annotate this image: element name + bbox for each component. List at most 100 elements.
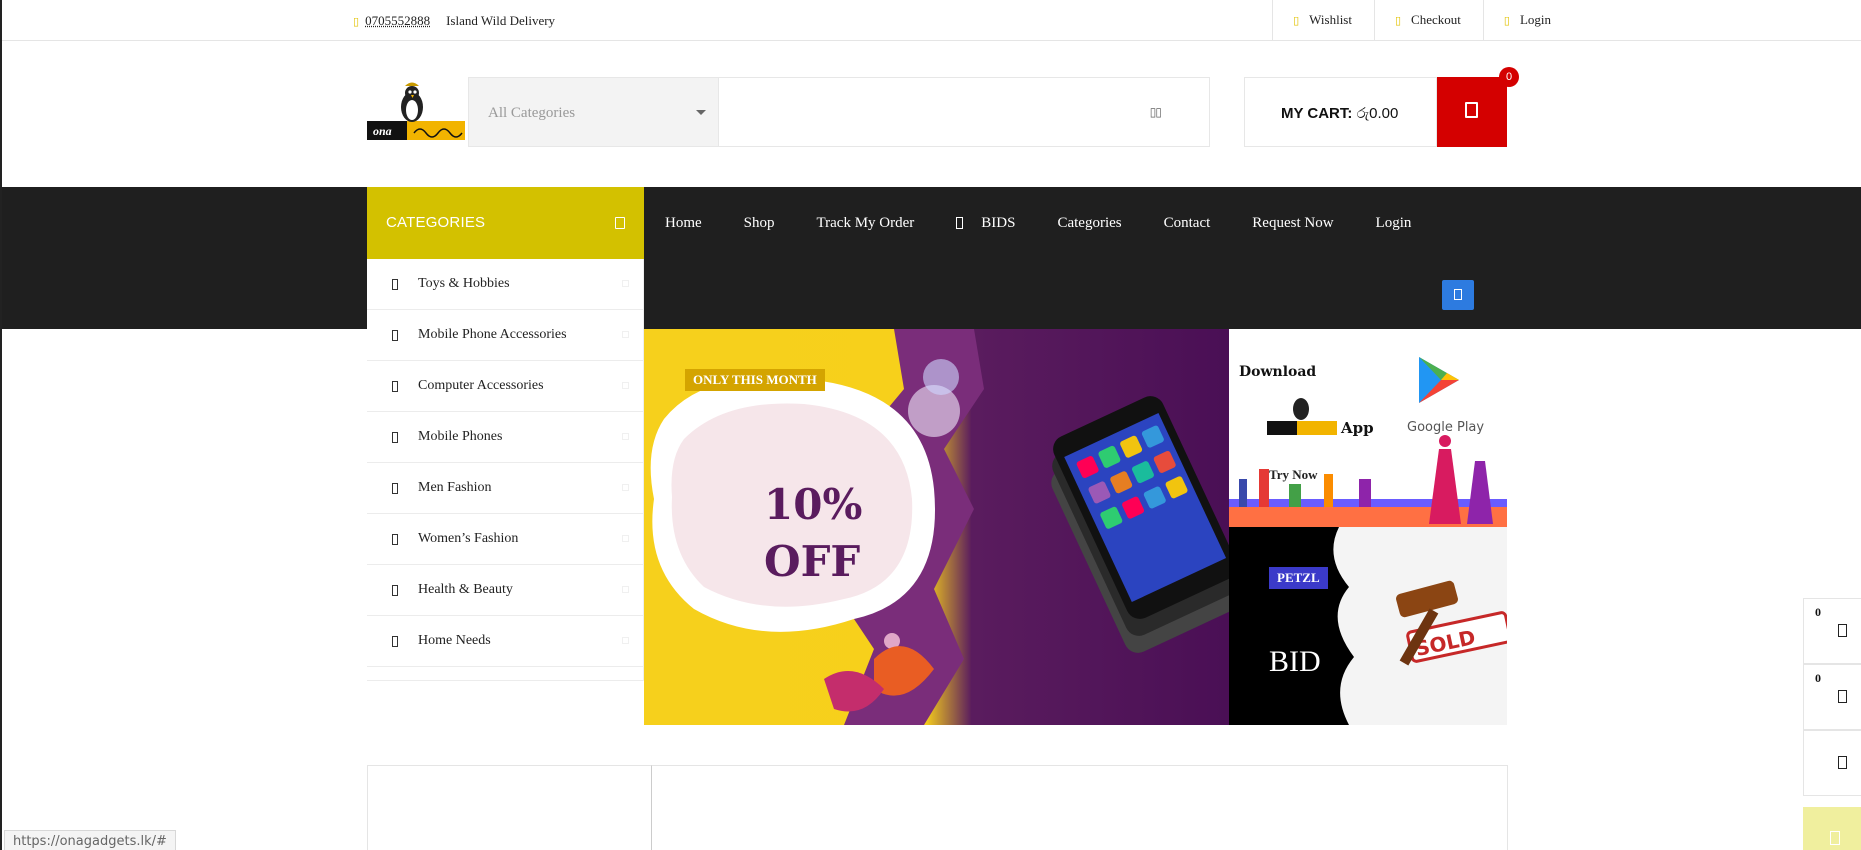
category-item[interactable]: Toys & Hobbies	[367, 259, 643, 310]
categories-title: CATEGORIES	[386, 214, 486, 231]
chevron-right-icon	[622, 586, 629, 593]
download-text: Download	[1239, 364, 1316, 380]
category-label: Computer Accessories	[418, 378, 544, 393]
category-label: Mobile Phones	[418, 429, 503, 444]
nav-extra-button[interactable]	[1442, 280, 1474, 310]
app-text: App	[1340, 419, 1374, 437]
phone-icon: ▯	[353, 14, 360, 28]
floating-top-button[interactable]	[1803, 807, 1861, 850]
floating-user[interactable]	[1803, 730, 1861, 796]
bid-tag: PETZL	[1269, 567, 1328, 589]
svg-text:ona: ona	[373, 124, 392, 138]
category-item[interactable]: Men Fashion	[367, 463, 643, 514]
wishlist-label: Wishlist	[1309, 12, 1352, 27]
content-box-left	[367, 765, 652, 850]
search-input[interactable]: ▯▯	[718, 77, 1210, 147]
nav-shop[interactable]: Shop	[723, 215, 796, 232]
nav-contact[interactable]: Contact	[1143, 215, 1232, 232]
cart-label: MY CART: රු0.00	[1281, 105, 1399, 122]
discount-percent: 10%	[764, 480, 862, 529]
category-icon	[392, 533, 398, 545]
google-play-text: Google Play	[1407, 420, 1484, 435]
heart-icon	[1838, 624, 1847, 637]
contact-info: ▯ 0705552888 Island Wild Delivery	[353, 13, 555, 29]
nav-home[interactable]: Home	[644, 215, 723, 232]
delivery-text: Island Wild Delivery	[446, 13, 556, 28]
category-item[interactable]: Computer Accessories	[367, 361, 643, 412]
floating-compare[interactable]: 0	[1803, 664, 1861, 730]
top-bar: ▯ 0705552888 Island Wild Delivery ▯ Wish…	[2, 0, 1861, 41]
discount-off: OFF	[764, 537, 860, 586]
category-item[interactable]: Mobile Phone Accessories	[367, 310, 643, 361]
category-label: Men Fashion	[418, 480, 492, 495]
user-icon: ▯	[1503, 13, 1510, 27]
arrow-up-icon	[1830, 831, 1840, 845]
category-icon	[392, 329, 398, 341]
category-icon	[392, 635, 398, 647]
category-item[interactable]: Health & Beauty	[367, 565, 643, 616]
checkout-label: Checkout	[1411, 12, 1461, 27]
user-icon	[1838, 756, 1847, 769]
category-icon	[392, 380, 398, 392]
compare-count: 0	[1815, 671, 1821, 685]
menu-icon	[615, 217, 625, 229]
login-label: Login	[1519, 12, 1551, 27]
nav-bids[interactable]: BIDS	[935, 215, 1036, 232]
chevron-right-icon	[622, 382, 629, 389]
chevron-right-icon	[622, 637, 629, 644]
status-url: https://onagadgets.lk/#	[4, 830, 176, 850]
nav-categories[interactable]: Categories	[1036, 215, 1142, 232]
app-download-banner[interactable]: Download App Google Play Try Now	[1229, 329, 1507, 527]
wishlist-link[interactable]: ▯ Wishlist	[1272, 0, 1374, 40]
cart-button[interactable]	[1437, 77, 1507, 147]
category-select-value: All Categories	[488, 105, 576, 121]
cart-summary[interactable]: MY CART: රු0.00	[1244, 77, 1437, 147]
chevron-right-icon	[622, 535, 629, 542]
phone-link[interactable]: 0705552888	[365, 13, 430, 29]
heart-icon: ▯	[1293, 13, 1300, 27]
nav-bids-label: BIDS	[981, 214, 1016, 231]
wishlist-count: 0	[1815, 605, 1821, 619]
category-icon	[392, 278, 398, 290]
category-icon	[392, 482, 398, 494]
checkout-link[interactable]: ▯ Checkout	[1373, 0, 1483, 40]
try-now-link[interactable]: Try Now	[1269, 467, 1318, 483]
category-label: Home Needs	[418, 633, 491, 648]
category-select[interactable]: All Categories	[468, 77, 719, 147]
chevron-right-icon	[622, 433, 629, 440]
top-links: ▯ Wishlist ▯ Checkout ▯ Login	[1272, 0, 1573, 40]
category-list: Toys & Hobbies Mobile Phone Accessories …	[367, 259, 644, 681]
shopping-bag-icon	[1465, 102, 1478, 118]
nav-login[interactable]: Login	[1355, 215, 1433, 232]
categories-toggle[interactable]: CATEGORIES	[367, 187, 644, 259]
chevron-right-icon	[622, 331, 629, 338]
hero-banner[interactable]: 10% OFF ONLY THIS MONTH	[644, 329, 1229, 725]
chevron-right-icon	[622, 280, 629, 287]
grid-icon[interactable]: ▯▯	[1150, 105, 1162, 119]
category-item[interactable]: Mobile Phones	[367, 412, 643, 463]
category-icon	[392, 431, 398, 443]
compare-icon	[1838, 690, 1847, 703]
chevron-down-icon	[696, 110, 706, 115]
category-item[interactable]: Home Needs	[367, 616, 643, 667]
category-label: Mobile Phone Accessories	[418, 327, 567, 342]
cart-count-badge: 0	[1499, 67, 1519, 87]
nav-request-now[interactable]: Request Now	[1231, 215, 1354, 232]
mobile-icon	[1454, 289, 1462, 300]
nav-track-order[interactable]: Track My Order	[796, 215, 936, 232]
category-label: Toys & Hobbies	[418, 276, 510, 291]
bid-banner[interactable]: SOLD PETZL BID	[1229, 527, 1507, 725]
login-link[interactable]: ▯ Login	[1482, 0, 1573, 40]
category-icon	[392, 584, 398, 596]
category-label: Women’s Fashion	[418, 531, 519, 546]
category-label: Health & Beauty	[418, 582, 513, 597]
chevron-right-icon	[622, 484, 629, 491]
site-logo[interactable]: ona	[367, 81, 465, 145]
content-box-main	[651, 765, 1508, 850]
hero-tag: ONLY THIS MONTH	[685, 369, 825, 391]
floating-wishlist[interactable]: 0	[1803, 598, 1861, 664]
bid-text: BID	[1269, 645, 1321, 678]
gavel-icon	[956, 217, 964, 229]
category-item[interactable]: Women’s Fashion	[367, 514, 643, 565]
main-nav: Home Shop Track My Order BIDS Categories…	[644, 187, 1432, 259]
